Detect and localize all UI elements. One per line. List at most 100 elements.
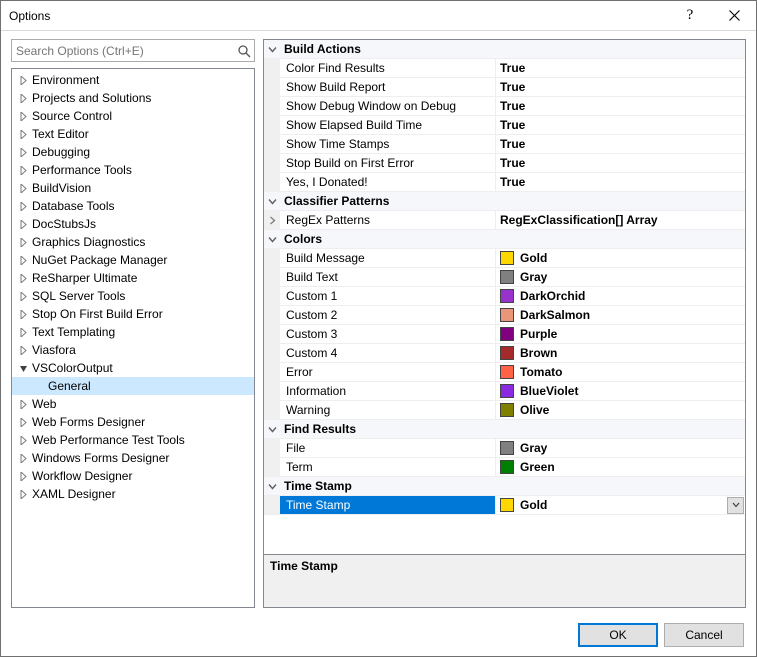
chevron-right-icon[interactable] [16, 217, 30, 231]
property-value[interactable]: True [496, 97, 745, 115]
property-value[interactable]: Olive [496, 401, 745, 419]
chevron-down-icon[interactable] [16, 361, 30, 375]
property-row[interactable]: Build TextGray [264, 268, 745, 287]
tree-item[interactable]: Projects and Solutions [12, 89, 254, 107]
property-value[interactable]: DarkOrchid [496, 287, 745, 305]
property-value[interactable]: BlueViolet [496, 382, 745, 400]
property-row[interactable]: TermGreen [264, 458, 745, 477]
chevron-right-icon[interactable] [264, 211, 280, 229]
search-input[interactable] [11, 39, 255, 62]
search-icon[interactable] [235, 42, 252, 59]
tree-item[interactable]: Web Performance Test Tools [12, 431, 254, 449]
tree-item[interactable]: Text Editor [12, 125, 254, 143]
chevron-right-icon[interactable] [16, 127, 30, 141]
tree-item[interactable]: General [12, 377, 254, 395]
tree-item[interactable]: NuGet Package Manager [12, 251, 254, 269]
chevron-right-icon[interactable] [16, 415, 30, 429]
property-value[interactable]: True [496, 173, 745, 191]
close-button[interactable] [712, 1, 756, 30]
tree-item[interactable]: Viasfora [12, 341, 254, 359]
property-value[interactable]: DarkSalmon [496, 306, 745, 324]
property-value[interactable]: Green [496, 458, 745, 476]
chevron-right-icon[interactable] [16, 271, 30, 285]
chevron-right-icon[interactable] [16, 397, 30, 411]
property-row[interactable]: WarningOlive [264, 401, 745, 420]
chevron-right-icon[interactable] [16, 253, 30, 267]
tree-item[interactable]: ReSharper Ultimate [12, 269, 254, 287]
property-category[interactable]: Colors [264, 230, 745, 249]
tree-item[interactable]: Source Control [12, 107, 254, 125]
chevron-right-icon[interactable] [16, 433, 30, 447]
property-value[interactable]: Purple [496, 325, 745, 343]
chevron-down-icon[interactable] [264, 420, 280, 438]
property-value[interactable]: Brown [496, 344, 745, 362]
property-row[interactable]: InformationBlueViolet [264, 382, 745, 401]
property-row[interactable]: Show Build ReportTrue [264, 78, 745, 97]
tree-item[interactable]: XAML Designer [12, 485, 254, 503]
chevron-right-icon[interactable] [16, 163, 30, 177]
chevron-right-icon[interactable] [16, 235, 30, 249]
chevron-right-icon[interactable] [16, 91, 30, 105]
chevron-right-icon[interactable] [16, 307, 30, 321]
tree-item[interactable]: Web [12, 395, 254, 413]
property-value[interactable]: Tomato [496, 363, 745, 381]
property-row[interactable]: RegEx PatternsRegExClassification[] Arra… [264, 211, 745, 230]
chevron-right-icon[interactable] [16, 469, 30, 483]
tree-item[interactable]: Graphics Diagnostics [12, 233, 254, 251]
property-row[interactable]: Show Elapsed Build TimeTrue [264, 116, 745, 135]
tree-item[interactable]: VSColorOutput [12, 359, 254, 377]
chevron-right-icon[interactable] [16, 181, 30, 195]
property-row[interactable]: Time StampGold [264, 496, 745, 515]
property-row[interactable]: Stop Build on First ErrorTrue [264, 154, 745, 173]
tree-item[interactable]: DocStubsJs [12, 215, 254, 233]
chevron-right-icon[interactable] [16, 109, 30, 123]
dropdown-button[interactable] [727, 497, 744, 514]
chevron-right-icon[interactable] [16, 451, 30, 465]
tree-item[interactable]: BuildVision [12, 179, 254, 197]
property-category[interactable]: Find Results [264, 420, 745, 439]
chevron-down-icon[interactable] [264, 40, 280, 58]
property-grid[interactable]: Build ActionsColor Find ResultsTrueShow … [263, 39, 746, 555]
chevron-down-icon[interactable] [264, 230, 280, 248]
tree-item[interactable]: Web Forms Designer [12, 413, 254, 431]
property-row[interactable]: FileGray [264, 439, 745, 458]
chevron-right-icon[interactable] [16, 73, 30, 87]
tree-item[interactable]: Workflow Designer [12, 467, 254, 485]
tree-item[interactable]: Environment [12, 71, 254, 89]
property-value[interactable]: Gray [496, 268, 745, 286]
tree-item[interactable]: Database Tools [12, 197, 254, 215]
chevron-right-icon[interactable] [16, 289, 30, 303]
tree-item[interactable]: SQL Server Tools [12, 287, 254, 305]
property-row[interactable]: Build MessageGold [264, 249, 745, 268]
property-category[interactable]: Build Actions [264, 40, 745, 59]
property-row[interactable]: Yes, I Donated!True [264, 173, 745, 192]
property-row[interactable]: ErrorTomato [264, 363, 745, 382]
chevron-right-icon[interactable] [16, 343, 30, 357]
chevron-down-icon[interactable] [264, 192, 280, 210]
property-value[interactable]: True [496, 59, 745, 77]
chevron-right-icon[interactable] [16, 325, 30, 339]
tree-item[interactable]: Text Templating [12, 323, 254, 341]
property-row[interactable]: Show Time StampsTrue [264, 135, 745, 154]
chevron-down-icon[interactable] [264, 477, 280, 495]
property-category[interactable]: Time Stamp [264, 477, 745, 496]
property-value[interactable]: Gold [496, 496, 745, 514]
chevron-right-icon[interactable] [16, 145, 30, 159]
ok-button[interactable]: OK [578, 623, 658, 647]
property-value[interactable]: True [496, 154, 745, 172]
property-value[interactable]: RegExClassification[] Array [496, 211, 745, 229]
tree-item[interactable]: Debugging [12, 143, 254, 161]
property-row[interactable]: Custom 4Brown [264, 344, 745, 363]
category-tree[interactable]: EnvironmentProjects and SolutionsSource … [11, 68, 255, 608]
tree-item[interactable]: Stop On First Build Error [12, 305, 254, 323]
property-category[interactable]: Classifier Patterns [264, 192, 745, 211]
property-row[interactable]: Color Find ResultsTrue [264, 59, 745, 78]
property-row[interactable]: Show Debug Window on DebugTrue [264, 97, 745, 116]
property-row[interactable]: Custom 1DarkOrchid [264, 287, 745, 306]
property-value[interactable]: Gray [496, 439, 745, 457]
property-value[interactable]: True [496, 78, 745, 96]
property-value[interactable]: Gold [496, 249, 745, 267]
tree-item[interactable]: Performance Tools [12, 161, 254, 179]
property-row[interactable]: Custom 3Purple [264, 325, 745, 344]
chevron-right-icon[interactable] [16, 199, 30, 213]
